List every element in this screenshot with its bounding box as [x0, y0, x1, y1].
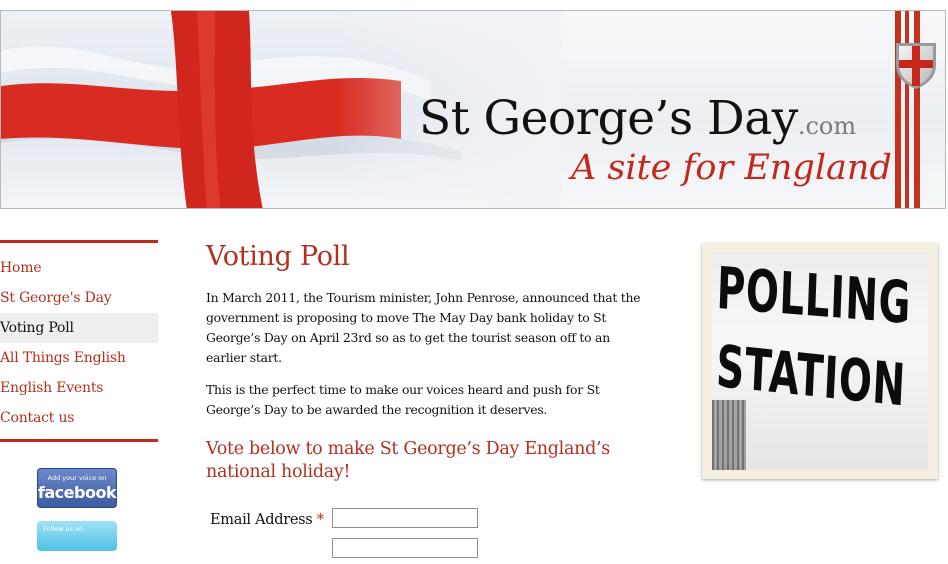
polling-station-photo-frame: POLLING STATION [702, 243, 938, 479]
twitter-button-caption: Follow us on [43, 525, 84, 533]
next-input-field[interactable] [332, 538, 478, 558]
nav-item-all-things-english[interactable]: All Things English [0, 343, 158, 373]
call-to-voice-paragraph: This is the perfect time to make our voi… [206, 382, 600, 417]
polling-station-photo: POLLING STATION [712, 252, 928, 470]
site-tagline: A site for England [571, 148, 892, 188]
page-title: Voting Poll [206, 241, 350, 272]
nav-item-english-events[interactable]: English Events [0, 373, 158, 403]
vote-heading: Vote below to make St George’s Day Engla… [206, 439, 610, 482]
site-name: St George’s Day [419, 91, 798, 146]
site-domain-suffix: .com [797, 112, 857, 140]
sidebar-nav: Home St George's Day Voting Poll All Thi… [0, 243, 158, 439]
header-banner: St George’s Day.com A site for England [0, 10, 946, 209]
required-marker: * [316, 512, 324, 528]
sidebar: Home St George's Day Voting Poll All Thi… [0, 240, 158, 551]
main-content: Voting Poll In March 2011, the Tourism m… [206, 240, 646, 564]
facebook-logo-text: facebook [37, 483, 117, 502]
nav-item-voting-poll[interactable]: Voting Poll [0, 313, 158, 343]
facebook-button[interactable]: Add your voice on facebook [37, 468, 117, 508]
facebook-button-caption: Add your voice on [47, 474, 107, 482]
email-field[interactable] [332, 508, 478, 528]
intro-paragraph: In March 2011, the Tourism minister, Joh… [206, 290, 641, 365]
photo-sign-line-1: POLLING [715, 254, 913, 338]
shield-icon [896, 43, 936, 89]
nav-item-st-georges-day[interactable]: St George's Day [0, 283, 158, 313]
vote-form: Email Address * [206, 504, 646, 564]
nav-item-home[interactable]: Home [0, 253, 158, 283]
email-label-text: Email Address [210, 512, 313, 528]
email-row: Email Address * [206, 504, 646, 534]
email-label: Email Address * [210, 512, 324, 528]
sidebar-bottom-rule [0, 439, 158, 442]
site-title[interactable]: St George’s Day.com [419, 91, 856, 146]
next-field-row [206, 534, 646, 564]
photo-fence [712, 400, 746, 470]
twitter-button[interactable]: Follow us on [37, 521, 117, 551]
nav-item-contact-us[interactable]: Contact us [0, 403, 158, 433]
